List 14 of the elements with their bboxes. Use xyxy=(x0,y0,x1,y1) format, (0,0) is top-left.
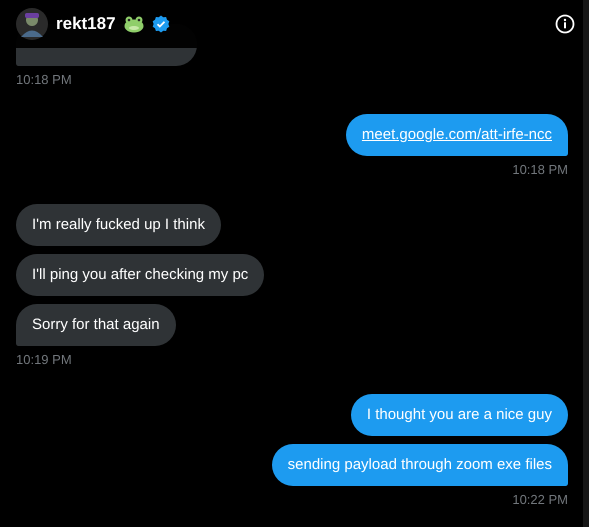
timestamp: 10:22 PM xyxy=(512,492,568,508)
message-bubble: I'll ping you after checking my pc xyxy=(16,254,264,296)
message-bubble: Sorry for that again xyxy=(16,304,176,346)
info-icon[interactable] xyxy=(555,14,575,34)
message-bubble: I'm really fucked up I think xyxy=(16,204,221,246)
message-bubble: sending payload through zoom exe files xyxy=(272,444,568,486)
timestamp: 10:18 PM xyxy=(16,72,72,88)
timestamp: 10:19 PM xyxy=(16,352,72,368)
verified-badge-icon xyxy=(152,15,170,33)
frog-icon xyxy=(124,16,144,32)
avatar[interactable] xyxy=(16,8,48,40)
username[interactable]: rekt187 xyxy=(56,11,116,37)
message-bubble: I thought you are a nice guy xyxy=(350,394,568,436)
timestamp: 10:18 PM xyxy=(512,162,568,178)
